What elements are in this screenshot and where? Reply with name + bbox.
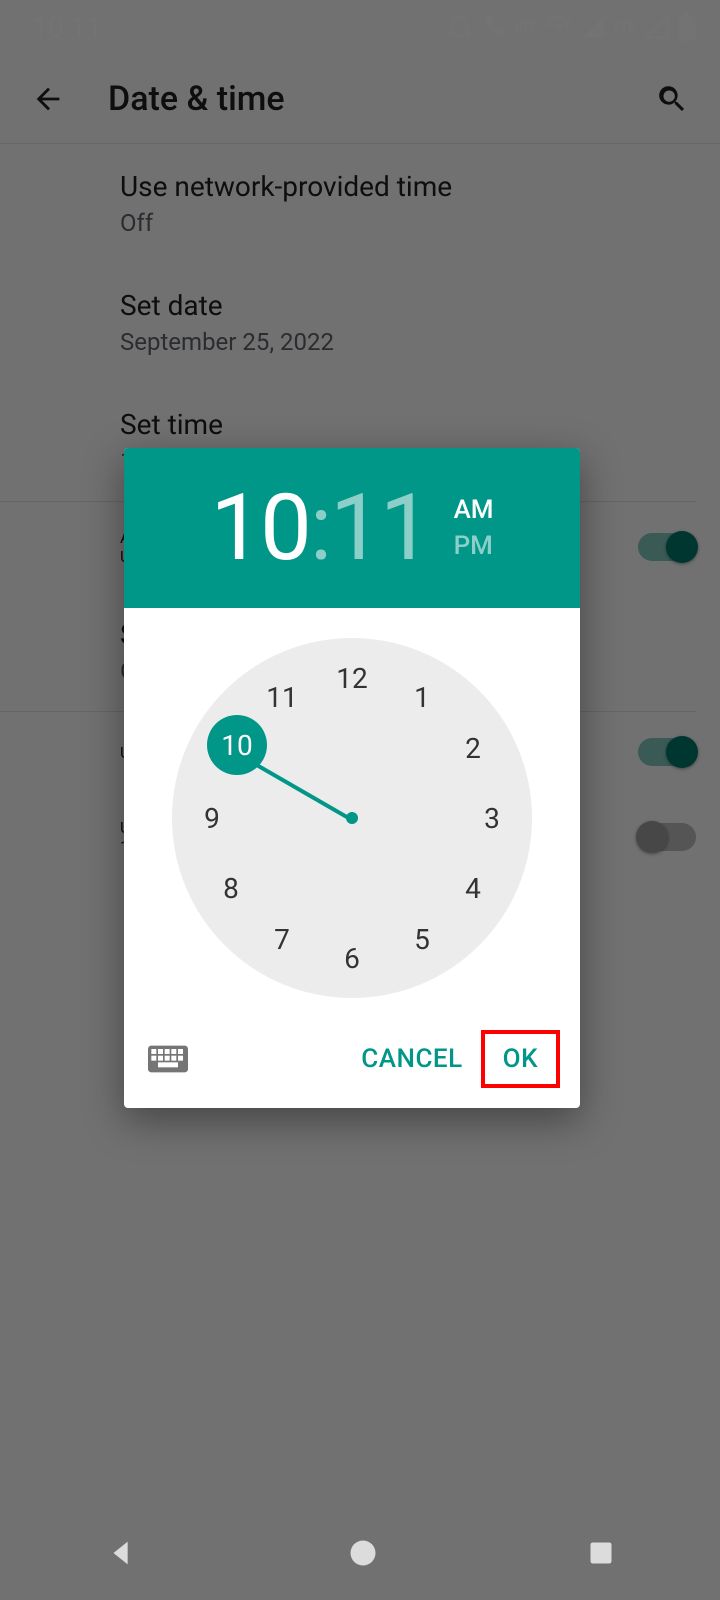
clock-face[interactable]: 10 12 1 2 3 4 5 6 7 8 9 10 11 xyxy=(172,638,532,998)
clock-num-2[interactable]: 2 xyxy=(453,728,493,768)
time-picker-dialog: 10 : 11 AM PM 10 12 1 2 3 4 5 6 7 8 9 10… xyxy=(124,448,580,1108)
clock-num-6[interactable]: 6 xyxy=(332,938,372,978)
clock-num-12[interactable]: 12 xyxy=(332,658,372,698)
ampm-toggle: AM PM xyxy=(454,495,494,561)
minute-display[interactable]: 11 xyxy=(330,475,429,582)
keyboard-input-button[interactable] xyxy=(144,1035,192,1083)
time-colon: : xyxy=(310,475,330,582)
clock-num-11[interactable]: 11 xyxy=(262,677,302,717)
clock-num-4[interactable]: 4 xyxy=(453,868,493,908)
nav-back-icon xyxy=(105,1536,139,1570)
am-option[interactable]: AM xyxy=(454,495,494,525)
clock-num-8[interactable]: 8 xyxy=(211,868,251,908)
cancel-button[interactable]: CANCEL xyxy=(343,1034,480,1084)
pm-option[interactable]: PM xyxy=(454,531,494,561)
keyboard-icon xyxy=(148,1045,188,1073)
clock-num-7[interactable]: 7 xyxy=(262,919,302,959)
dialog-header: 10 : 11 AM PM xyxy=(124,448,580,608)
nav-back-button[interactable] xyxy=(105,1536,139,1574)
clock-num-9[interactable]: 9 xyxy=(192,798,232,838)
clock-num-5[interactable]: 5 xyxy=(402,919,442,959)
dialog-actions: CANCEL OK xyxy=(124,1018,580,1108)
nav-recent-icon xyxy=(587,1539,615,1567)
clock-num-3[interactable]: 3 xyxy=(472,798,512,838)
nav-home-button[interactable] xyxy=(348,1538,378,1572)
clock-face-container: 10 12 1 2 3 4 5 6 7 8 9 10 11 xyxy=(124,608,580,1018)
ok-button[interactable]: OK xyxy=(481,1030,560,1088)
navigation-bar xyxy=(0,1510,720,1600)
nav-home-icon xyxy=(348,1538,378,1568)
clock-center-dot xyxy=(346,812,358,824)
time-display: 10 : 11 xyxy=(210,475,429,582)
nav-recent-button[interactable] xyxy=(587,1539,615,1571)
clock-num-1[interactable]: 1 xyxy=(402,677,442,717)
hour-display[interactable]: 10 xyxy=(210,475,309,582)
